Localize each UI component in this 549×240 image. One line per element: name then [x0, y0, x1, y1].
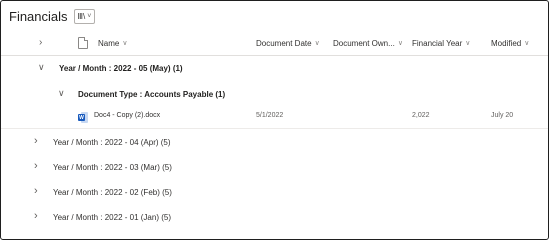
view-icon: Ⅲ\: [77, 11, 86, 21]
column-header-name[interactable]: Name ∨: [98, 31, 127, 55]
group-header[interactable]: Year / Month : 2022 - 02 (Feb) (5): [53, 181, 172, 203]
column-header-modified[interactable]: Modified ∨: [491, 31, 529, 55]
sort-chevron-icon: ∨: [524, 40, 530, 47]
column-label: Document Own...: [333, 38, 395, 48]
file-modified: July 20: [491, 112, 514, 119]
expand-all-chevron-icon[interactable]: ›: [39, 37, 42, 48]
column-label: Document Date: [256, 38, 312, 48]
group-collapsed-chevron-icon[interactable]: ›: [34, 185, 38, 197]
group-header[interactable]: Year / Month : 2022 - 01 (Jan) (5): [53, 206, 171, 228]
sort-chevron-icon: ∨: [122, 40, 128, 47]
document-library: Financials Ⅲ\ ˅ › Name ∨ Document Date ∨…: [0, 0, 549, 240]
group-label: Year / Month : 2022 - 03 (Mar) (5): [53, 162, 172, 172]
word-document-icon: W: [78, 112, 88, 123]
word-badge: W: [78, 114, 85, 121]
group-label: Year / Month : 2022 - 01 (Jan) (5): [53, 212, 171, 222]
subgroup-label: Document Type : Accounts Payable (1): [78, 89, 226, 99]
subgroup-header[interactable]: Document Type : Accounts Payable (1): [78, 83, 225, 105]
group-header[interactable]: Year / Month : 2022 - 03 (Mar) (5): [53, 156, 172, 178]
file-document-date: 5/1/2022: [256, 112, 284, 119]
group-header[interactable]: Year / Month : 2022 - 05 (May) (1): [59, 57, 183, 79]
sort-chevron-icon: ∨: [465, 40, 471, 47]
group-label: Year / Month : 2022 - 04 (Apr) (5): [53, 137, 171, 147]
column-header-row: › Name ∨ Document Date ∨ Document Own...…: [1, 31, 548, 56]
sort-chevron-icon: ∨: [397, 40, 403, 47]
column-label: Name: [98, 38, 120, 48]
column-header-document-owner[interactable]: Document Own... ∨: [333, 31, 403, 55]
library-header: Financials Ⅲ\ ˅: [9, 6, 96, 26]
group-header[interactable]: Year / Month : 2022 - 04 (Apr) (5): [53, 131, 171, 153]
group-label: Year / Month : 2022 - 05 (May) (1): [59, 63, 183, 73]
group-collapsed-chevron-icon[interactable]: ›: [34, 135, 38, 147]
subgroup-expanded-chevron-icon[interactable]: ∨: [58, 88, 65, 99]
row-divider: [1, 128, 548, 129]
library-title: Financials: [9, 8, 68, 24]
sort-chevron-icon: ∨: [314, 40, 320, 47]
group-label: Year / Month : 2022 - 02 (Feb) (5): [53, 187, 172, 197]
column-label: Financial Year: [412, 38, 463, 48]
group-collapsed-chevron-icon[interactable]: ›: [34, 160, 38, 172]
chevron-down-icon: ˅: [87, 12, 92, 20]
file-financial-year: 2,022: [412, 112, 430, 119]
group-expanded-chevron-icon[interactable]: ∨: [38, 62, 45, 73]
column-header-document-date[interactable]: Document Date ∨: [256, 31, 320, 55]
file-name-link[interactable]: Doc4 - Copy (2).docx: [94, 112, 160, 119]
column-header-financial-year[interactable]: Financial Year ∨: [412, 31, 470, 55]
group-collapsed-chevron-icon[interactable]: ›: [34, 210, 38, 222]
file-type-icon: [78, 37, 88, 49]
column-label: Modified: [491, 38, 522, 48]
view-options-button[interactable]: Ⅲ\ ˅: [73, 8, 96, 24]
